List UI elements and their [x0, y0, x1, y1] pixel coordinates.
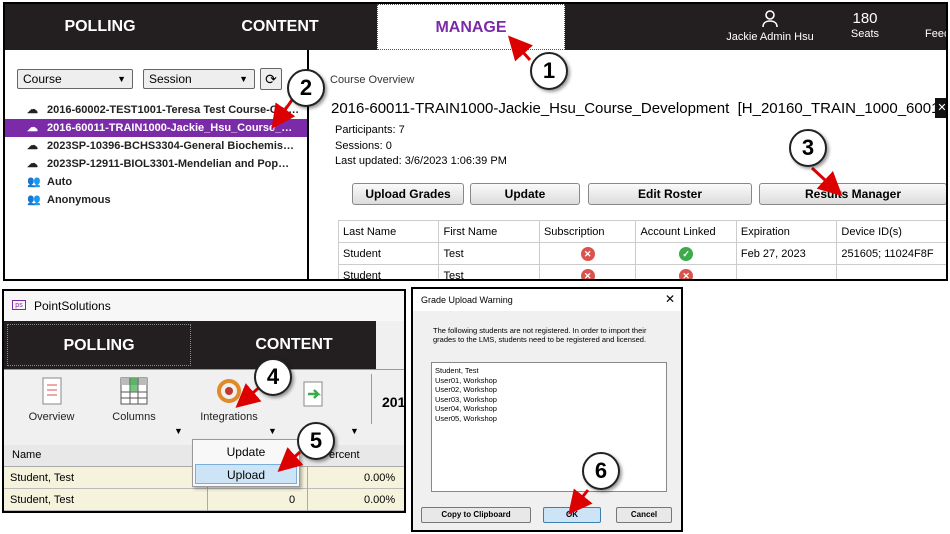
callout-6: 6: [582, 452, 620, 490]
callout-1: 1: [530, 52, 568, 90]
callout-3: 3: [789, 129, 827, 167]
callout-arrows: [235, 35, 843, 515]
arrow-1: [507, 35, 533, 62]
arrow-3: [810, 166, 843, 197]
callout-4: 4: [254, 358, 292, 396]
arrow-2: [271, 99, 296, 129]
callout-2: 2: [287, 69, 325, 107]
arrow-6: [568, 488, 593, 515]
callout-5: 5: [297, 422, 335, 460]
arrow-5: [277, 447, 304, 472]
